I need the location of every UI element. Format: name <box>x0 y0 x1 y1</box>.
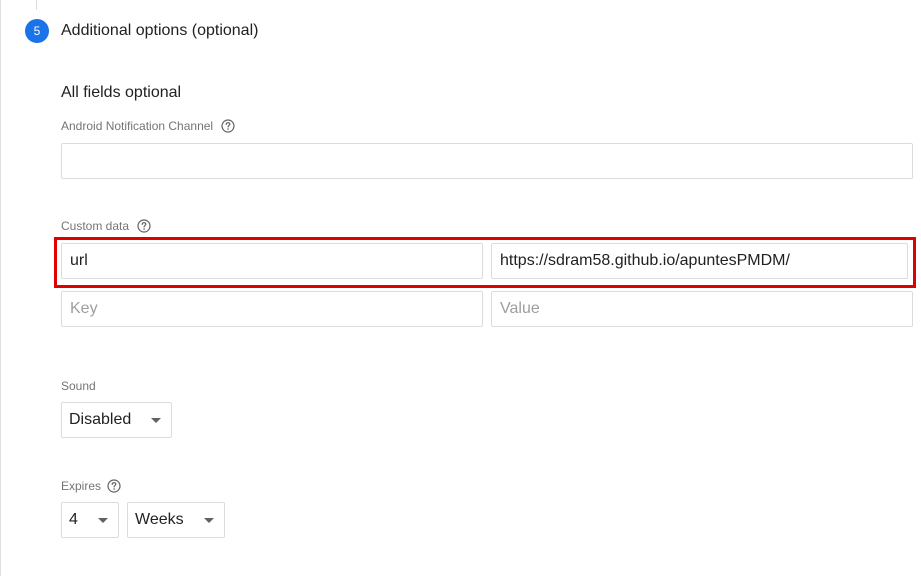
expires-label-text: Expires <box>61 479 102 493</box>
sound-selected-value: Disabled <box>69 411 132 428</box>
dropdown-arrow-icon <box>204 518 214 523</box>
help-icon[interactable] <box>137 219 151 233</box>
dropdown-arrow-icon <box>98 518 108 523</box>
expires-unit-select[interactable]: Weeks <box>127 502 225 538</box>
sound-label-text: Sound <box>61 379 96 393</box>
help-icon[interactable] <box>221 119 235 133</box>
step-title[interactable]: Additional options (optional) <box>61 20 258 42</box>
help-icon[interactable] <box>107 479 121 493</box>
expires-unit-value: Weeks <box>135 511 184 528</box>
sound-label: Sound <box>61 378 96 394</box>
expires-label: Expires <box>61 478 121 494</box>
step-number-badge: 5 <box>25 19 49 43</box>
custom-data-new-value-input[interactable] <box>491 291 913 327</box>
sound-select[interactable]: Disabled <box>61 402 172 438</box>
custom-data-label: Custom data <box>61 218 151 234</box>
expires-amount-value: 4 <box>69 511 78 528</box>
panel-left-border <box>0 0 1 576</box>
android-channel-label: Android Notification Channel <box>61 118 235 134</box>
custom-data-new-key-input[interactable] <box>61 291 483 327</box>
expires-amount-select[interactable]: 4 <box>61 502 119 538</box>
android-channel-label-text: Android Notification Channel <box>61 119 214 133</box>
annotation-highlight-box <box>54 237 916 288</box>
android-channel-input[interactable] <box>61 143 913 179</box>
custom-data-label-text: Custom data <box>61 219 130 233</box>
stepper-connector <box>36 0 37 10</box>
dropdown-arrow-icon <box>151 418 161 423</box>
section-subtitle: All fields optional <box>61 84 182 101</box>
